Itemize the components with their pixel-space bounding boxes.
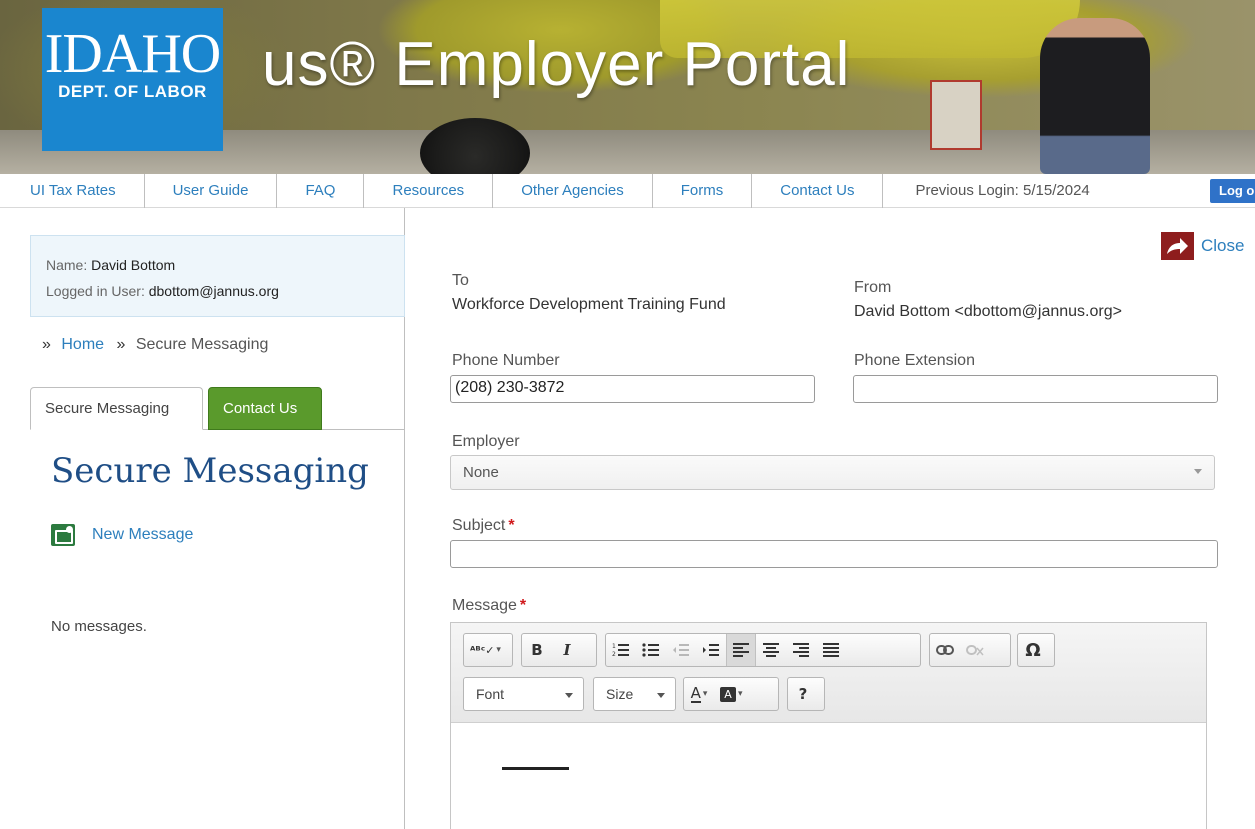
basic-style-group: B I (521, 633, 597, 667)
user-info-box: Name: David Bottom Logged in User: dbott… (30, 235, 405, 317)
subject-label-text: Subject (452, 517, 506, 534)
top-nav: UI Tax Rates User Guide FAQ Resources Ot… (0, 173, 1255, 208)
bulleted-list-icon[interactable] (636, 634, 666, 666)
tab-contact-us[interactable]: Contact Us (208, 387, 322, 430)
from-label: From (854, 279, 892, 296)
editor-body[interactable] (451, 723, 1206, 829)
bold-icon[interactable]: B (522, 634, 552, 666)
logo-idaho-text: IDAHO (44, 23, 221, 85)
size-select-label: Size (606, 686, 634, 702)
logout-button[interactable]: Log o (1210, 179, 1255, 203)
size-select[interactable]: Size (593, 677, 676, 711)
employer-selected-value: None (463, 464, 499, 481)
subject-field[interactable] (450, 540, 1218, 568)
logged-user-value: dbottom@jannus.org (148, 283, 279, 299)
logged-user-row: Logged in User: dbottom@jannus.org (46, 278, 389, 304)
user-name-label: Name: (46, 257, 88, 273)
banner-tool-cart (930, 80, 982, 150)
message-label: Message * (452, 597, 526, 615)
nav-ui-tax-rates[interactable]: UI Tax Rates (0, 173, 145, 208)
chevron-down-icon (565, 693, 573, 698)
link-icon[interactable] (930, 634, 960, 666)
nav-other-agencies[interactable]: Other Agencies (493, 173, 653, 208)
special-char-group: Ω (1017, 633, 1055, 667)
page-title: Secure Messaging (51, 451, 369, 491)
align-left-icon[interactable] (726, 634, 756, 666)
phone-extension-label: Phone Extension (854, 352, 975, 369)
nav-user-guide[interactable]: User Guide (145, 173, 278, 208)
previous-login: Previous Login: 5/15/2024 (915, 182, 1090, 199)
banner-mechanic (1040, 18, 1150, 174)
text-color-icon[interactable]: A ▾ (684, 678, 714, 710)
unlink-icon[interactable] (960, 634, 990, 666)
background-color-icon[interactable]: A ▾ (714, 678, 749, 710)
idaho-dol-logo[interactable]: IDAHO DEPT. OF LABOR (42, 8, 223, 151)
spellcheck-group: ᴬᴮᶜ✓ ▾ (463, 633, 513, 667)
spellcheck-icon[interactable]: ᴬᴮᶜ✓ ▾ (464, 634, 507, 666)
help-group: ? (787, 677, 825, 711)
reply-arrow-icon (1161, 232, 1194, 260)
decrease-indent-icon[interactable] (666, 634, 696, 666)
breadcrumb-separator: » (42, 336, 51, 353)
svg-text:1: 1 (612, 643, 616, 650)
to-value: Workforce Development Training Fund (452, 296, 726, 313)
nav-resources[interactable]: Resources (364, 173, 494, 208)
align-center-icon[interactable] (756, 634, 786, 666)
to-label: To (452, 272, 469, 289)
subject-label: Subject * (452, 517, 515, 535)
tab-bar: Secure Messaging Contact Us (30, 387, 405, 430)
from-value: David Bottom <dbottom@jannus.org> (854, 303, 1122, 320)
editor-horizontal-rule (502, 767, 569, 770)
close-button[interactable]: Close (1161, 232, 1244, 260)
color-group: A ▾ A ▾ (683, 677, 779, 711)
required-marker: * (508, 517, 515, 534)
empty-messages-text: No messages. (51, 618, 147, 635)
close-label: Close (1201, 236, 1245, 255)
required-marker: * (519, 597, 527, 614)
chevron-down-icon (657, 693, 665, 698)
svg-text:2: 2 (612, 651, 616, 658)
phone-number-field[interactable]: (208) 230-3872 (450, 375, 815, 403)
omega-icon[interactable]: Ω (1018, 634, 1048, 666)
employer-label: Employer (452, 433, 520, 450)
align-justify-icon[interactable] (816, 634, 846, 666)
user-name-row: Name: David Bottom (46, 252, 389, 278)
logo-dept-text: DEPT. OF LABOR (58, 82, 207, 101)
breadcrumb-current: Secure Messaging (135, 336, 269, 353)
message-label-text: Message (452, 597, 517, 614)
nav-contact-us[interactable]: Contact Us (752, 173, 884, 208)
breadcrumb-home-link[interactable]: Home (61, 336, 104, 353)
breadcrumb: » Home » Secure Messaging (42, 336, 268, 354)
paragraph-group: 12 (605, 633, 921, 667)
tab-secure-messaging[interactable]: Secure Messaging (30, 387, 203, 430)
italic-icon[interactable]: I (552, 634, 582, 666)
logged-user-label: Logged in User: (46, 283, 145, 299)
help-icon[interactable]: ? (788, 678, 818, 710)
employer-select[interactable]: None (450, 455, 1215, 490)
editor-toolbar: ᴬᴮᶜ✓ ▾ B I 12 Ω Font Size A ▾ A ▾ ? (451, 623, 1206, 723)
breadcrumb-separator: » (116, 336, 126, 353)
portal-title: us® Employer Portal (262, 30, 851, 99)
user-name-value: David Bottom (91, 257, 176, 273)
chevron-down-icon (1194, 469, 1202, 474)
nav-faq[interactable]: FAQ (277, 173, 365, 208)
new-message-icon (51, 524, 75, 546)
numbered-list-icon[interactable]: 12 (606, 634, 636, 666)
new-message-link[interactable]: New Message (51, 524, 193, 546)
nav-forms[interactable]: Forms (653, 173, 753, 208)
phone-number-label: Phone Number (452, 352, 560, 369)
rich-text-editor: ᴬᴮᶜ✓ ▾ B I 12 Ω Font Size A ▾ A ▾ ? (450, 622, 1207, 829)
font-select-label: Font (476, 686, 505, 702)
link-group (929, 633, 1011, 667)
font-select[interactable]: Font (463, 677, 584, 711)
left-panel: Name: David Bottom Logged in User: dbott… (30, 208, 405, 829)
phone-extension-field[interactable] (853, 375, 1218, 403)
align-right-icon[interactable] (786, 634, 816, 666)
new-message-label: New Message (92, 526, 194, 543)
increase-indent-icon[interactable] (696, 634, 726, 666)
